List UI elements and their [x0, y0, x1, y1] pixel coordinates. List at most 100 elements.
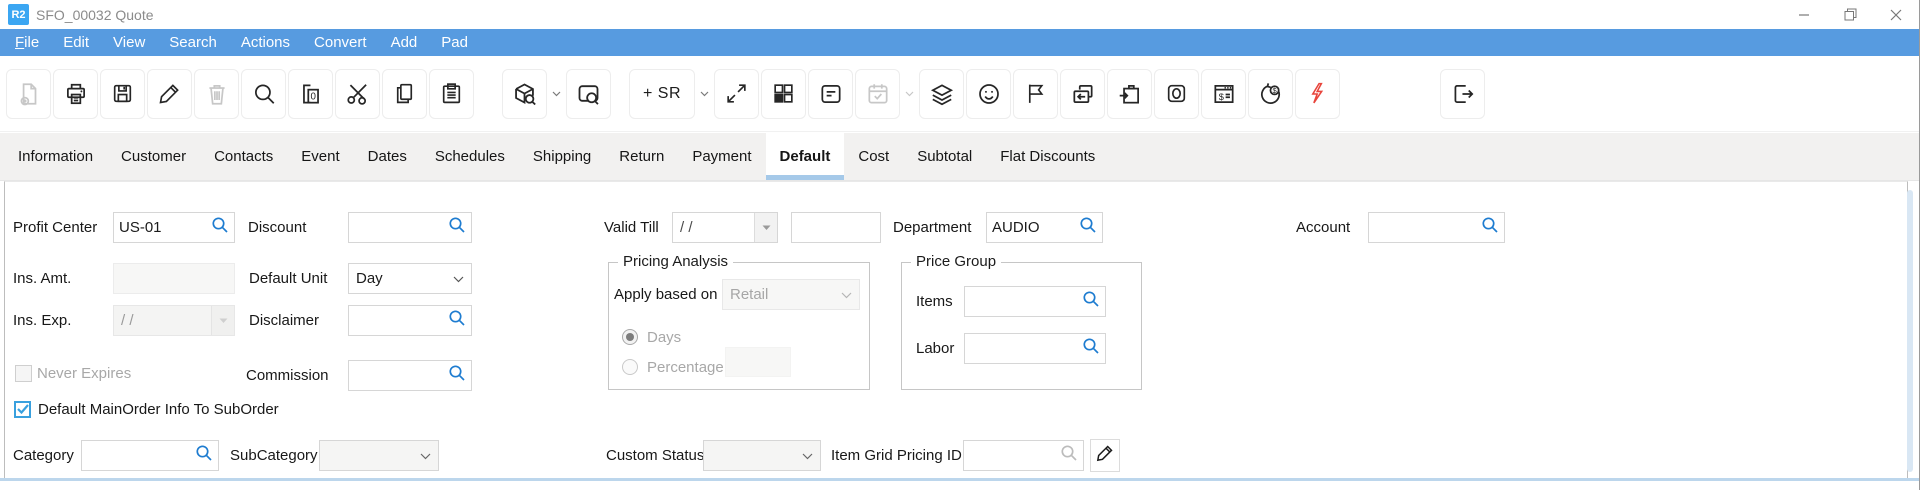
menu-pad[interactable]: Pad — [429, 29, 480, 56]
menu-edit[interactable]: Edit — [51, 29, 101, 56]
department-search-icon[interactable] — [1079, 216, 1097, 239]
pricing-analysis-group: Pricing Analysis Apply based on Retail D… — [608, 262, 870, 390]
lightning-icon — [1305, 81, 1330, 106]
menu-search[interactable]: Search — [157, 29, 229, 56]
horizontal-scrollbar[interactable] — [0, 478, 1920, 481]
valid-till-date-field[interactable]: / / — [672, 212, 778, 243]
expand-button[interactable] — [714, 69, 759, 119]
valid-till-calendar-dropdown[interactable] — [754, 213, 777, 242]
days-radio-label: Days — [647, 322, 681, 353]
paste-button[interactable] — [429, 69, 474, 119]
layers-button[interactable] — [919, 69, 964, 119]
menu-add[interactable]: Add — [379, 29, 430, 56]
title-bar: R2 SFO_00032 Quote — [0, 0, 1919, 29]
valid-till-time-field[interactable] — [791, 212, 881, 243]
close-button[interactable] — [1873, 0, 1919, 29]
default-tab-panel: Profit Center Discount Valid Till / / De… — [4, 181, 1908, 478]
tab-customer[interactable]: Customer — [107, 133, 200, 180]
copy-zero-button[interactable]: 0 — [288, 69, 333, 119]
tab-return[interactable]: Return — [605, 133, 678, 180]
commission-field[interactable] — [348, 360, 472, 391]
profit-center-search-icon[interactable] — [211, 216, 229, 239]
labor-search-icon[interactable] — [1082, 337, 1100, 360]
subcategory-select[interactable] — [319, 440, 439, 471]
new-document-button — [6, 69, 51, 119]
ship-package-button[interactable] — [1107, 69, 1152, 119]
custom-status-select[interactable] — [703, 440, 821, 471]
item-grid-search-icon — [1060, 444, 1078, 467]
window-search-icon — [575, 80, 602, 107]
delete-button — [194, 69, 239, 119]
items-label: Items — [916, 286, 953, 317]
print-icon — [63, 81, 89, 107]
tab-contacts[interactable]: Contacts — [200, 133, 287, 180]
tab-flat-discounts[interactable]: Flat Discounts — [986, 133, 1109, 180]
save-button[interactable] — [100, 69, 145, 119]
tab-cost[interactable]: Cost — [844, 133, 903, 180]
default-unit-select[interactable]: Day — [348, 263, 472, 294]
item-grid-pricing-id-field[interactable] — [963, 440, 1084, 471]
tab-shipping[interactable]: Shipping — [519, 133, 605, 180]
disclaimer-field[interactable] — [348, 305, 472, 336]
disclaimer-search-icon[interactable] — [448, 309, 466, 332]
item-search-button[interactable] — [502, 69, 547, 119]
trash-icon — [204, 81, 230, 107]
tab-dates[interactable]: Dates — [354, 133, 421, 180]
commission-search-icon[interactable] — [448, 364, 466, 387]
category-search-icon[interactable] — [195, 444, 213, 467]
search-button[interactable] — [241, 69, 286, 119]
add-sr-button[interactable]: + SR — [629, 69, 695, 119]
exit-button[interactable] — [1440, 69, 1485, 119]
transfer-button[interactable] — [1060, 69, 1105, 119]
letter-o-button[interactable] — [1154, 69, 1199, 119]
item-grid-edit-button[interactable] — [1090, 439, 1120, 472]
vertical-scrollbar[interactable] — [1907, 190, 1913, 472]
profit-center-field[interactable] — [113, 212, 235, 243]
items-search-icon[interactable] — [1082, 290, 1100, 313]
tab-schedules[interactable]: Schedules — [421, 133, 519, 180]
smiley-icon — [976, 81, 1002, 107]
new-document-icon — [16, 81, 42, 107]
copy-button[interactable] — [382, 69, 427, 119]
layout-grid-button[interactable] — [761, 69, 806, 119]
sales-window-button[interactable]: $ — [1201, 69, 1246, 119]
price-history-button[interactable]: $ — [1248, 69, 1293, 119]
labor-label: Labor — [916, 333, 954, 364]
discount-search-icon[interactable] — [448, 216, 466, 239]
item-search-dropdown[interactable] — [549, 69, 564, 119]
account-search-icon[interactable] — [1481, 216, 1499, 239]
add-sr-dropdown[interactable] — [697, 69, 712, 119]
default-mainorder-checkbox[interactable] — [14, 401, 31, 418]
menu-convert[interactable]: Convert — [302, 29, 379, 56]
tab-payment[interactable]: Payment — [678, 133, 765, 180]
letter-o-icon — [1164, 81, 1189, 106]
smiley-button[interactable] — [966, 69, 1011, 119]
tab-information[interactable]: Information — [4, 133, 107, 180]
labor-field[interactable] — [964, 333, 1106, 364]
minimize-button[interactable] — [1781, 0, 1827, 29]
window-search-button[interactable] — [566, 69, 611, 119]
tab-default[interactable]: Default — [766, 133, 845, 180]
menu-actions[interactable]: Actions — [229, 29, 302, 56]
apply-based-on-select: Retail — [722, 279, 860, 310]
edit-button[interactable] — [147, 69, 192, 119]
discount-field[interactable] — [348, 212, 472, 243]
items-field[interactable] — [964, 286, 1106, 317]
default-mainorder-label: Default MainOrder Info To SubOrder — [38, 394, 279, 425]
account-label: Account — [1296, 212, 1350, 243]
restore-button[interactable] — [1827, 0, 1873, 29]
add-sr-label: + SR — [643, 85, 681, 103]
menu-view[interactable]: View — [101, 29, 157, 56]
lightning-button[interactable] — [1295, 69, 1340, 119]
notes-icon — [818, 81, 844, 107]
notes-button[interactable] — [808, 69, 853, 119]
category-field[interactable] — [81, 440, 219, 471]
tab-event[interactable]: Event — [287, 133, 353, 180]
account-field[interactable] — [1368, 212, 1505, 243]
menu-file[interactable]: File — [3, 29, 51, 56]
print-button[interactable] — [53, 69, 98, 119]
flag-button[interactable] — [1013, 69, 1058, 119]
tab-subtotal[interactable]: Subtotal — [903, 133, 986, 180]
department-field[interactable] — [986, 212, 1103, 243]
cut-button[interactable] — [335, 69, 380, 119]
